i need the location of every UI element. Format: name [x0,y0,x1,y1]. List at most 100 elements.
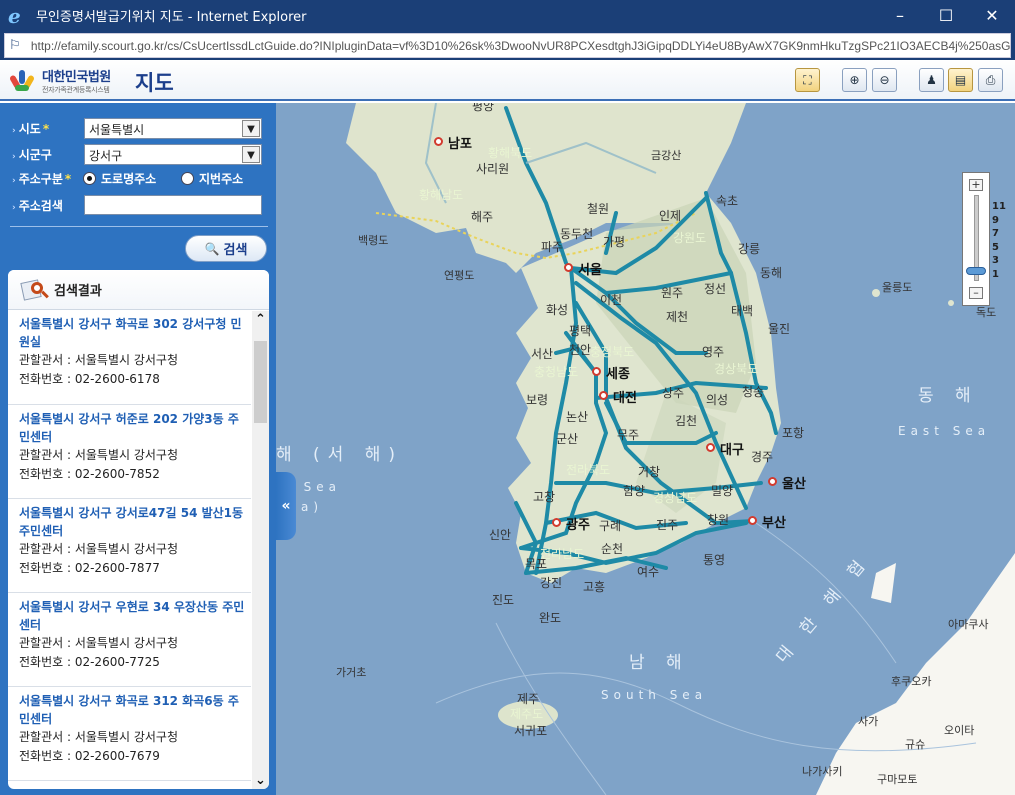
map-pin-icon [748,516,757,525]
map-label: 함양 [623,484,646,498]
bullet-icon: › [12,175,16,186]
result-phone: 전화번호 : 02-2600-7852 [19,467,160,481]
map-label: 신안 [489,528,512,542]
map-label: 원주 [661,286,684,300]
zoom-out-button[interactable]: ⊖ [872,68,897,92]
result-name-link[interactable]: 서울특별시 강서구 화곡로 312 화곡6동 주민센터 [19,692,245,728]
result-office: 관할관서 : 서울특별시 강서구청 [19,730,179,744]
close-button[interactable]: ✕ [969,0,1015,31]
map-label: 영주 [702,345,725,359]
map-label: 화성 [546,303,569,317]
print-button[interactable]: ⎙ [978,68,1003,92]
chevron-down-icon[interactable]: ⌄ [252,772,269,789]
map-pin-icon [564,263,573,272]
sido-select[interactable]: 서울특별시 ▼ [84,117,262,139]
page-icon: ⚐ [9,37,21,53]
map-tool-button[interactable]: ♟ [919,68,944,92]
map-label: 서귀포 [514,724,548,738]
chevron-up-icon[interactable]: ⌃ [252,311,269,328]
chevron-down-icon[interactable]: ▼ [242,145,260,163]
map-label: 해 (서 해) [276,445,403,465]
list-item: 서울특별시 강서구 화곡로 302 강서구청 민원실 관할관서 : 서울특별시 … [8,311,251,405]
chevron-down-icon[interactable]: ▼ [242,119,260,137]
court-subtitle: 전자가족관계등록시스템 [42,86,110,94]
zoom-slider[interactable]: + – [962,172,990,306]
map-label: 후쿠오카 [891,675,932,688]
window-titlebar: e 무인증명서발급기위치 지도 - Internet Explorer – ☐ … [0,0,1015,31]
zoom-level: 7 [992,228,999,239]
map-view[interactable]: 평양 남포 황해북도 사리원 황해남도 해주 백령도 연평도 금강산 속초 철원… [276,103,1015,795]
map-label: 평양 [472,103,495,113]
sido-label: 시도 [18,121,41,136]
results-scrollbar[interactable]: ⌃ ⌄ [252,311,269,789]
zoom-out-icon: ⊖ [879,73,890,87]
search-button[interactable]: 🔍 검색 [185,235,267,262]
map-info-button[interactable]: ⛶ [795,68,820,92]
map-label: 제주도 [510,707,544,721]
list-item: 서울특별시 강서구 강서로47길 54 발산1동 주민센터 관할관서 : 서울특… [8,499,251,593]
result-name-link[interactable]: 서울특별시 강서구 강서로47길 54 발산1동 주민센터 [19,504,245,540]
map-label: 인제 [659,209,682,223]
list-item: 서울특별시 강서구 허준로 202 가양3동 주민센터 관할관서 : 서울특별시… [8,405,251,499]
zoom-knob[interactable] [966,267,986,275]
map-label: 대구 [720,443,744,458]
sigungu-select[interactable]: 강서구 ▼ [84,143,262,165]
lot-address-radio[interactable]: 지번주소 [181,170,243,187]
result-office: 관할관서 : 서울특별시 강서구청 [19,542,179,556]
map-label: 철원 [587,202,610,216]
scrollbar-thumb[interactable] [254,341,267,423]
results-title: 검색결과 [54,284,102,299]
map-label: 대전 [613,391,637,406]
zoom-minus-button[interactable]: – [969,287,983,299]
url-field[interactable]: ⚐ http://efamily.scourt.go.kr/cs/CsUcert… [4,33,1011,58]
result-office: 관할관서 : 서울특별시 강서구청 [19,448,179,462]
map-label: 동 해 [918,386,979,406]
map-label: 순천 [601,542,624,556]
map-pin-icon [552,518,561,527]
map-label: 규슈 [905,738,926,751]
results-panel: 검색결과 서울특별시 강서구 화곡로 302 강서구청 민원실 관할관서 : 서… [8,270,269,789]
road-address-radio[interactable]: 도로명주소 [83,170,156,187]
results-list: 서울특별시 강서구 화곡로 302 강서구청 민원실 관할관서 : 서울특별시 … [8,311,251,781]
court-logo[interactable]: 대한민국법원 전자가족관계등록시스템 [8,66,111,95]
result-name-link[interactable]: 서울특별시 강서구 허준로 202 가양3동 주민센터 [19,410,245,446]
map-label: 천안 [569,343,592,357]
map-label: 부산 [762,516,786,531]
map-label: 남포 [448,137,472,152]
ruler-button[interactable]: ▤ [948,68,973,92]
map-label: 백령도 [358,234,389,247]
map-label: 동두천 [560,227,594,241]
map-label: 울진 [768,322,791,336]
map-label: 충청남도 [534,365,579,379]
ruler-icon: ▤ [954,73,967,87]
address-bar: ⚐ http://efamily.scourt.go.kr/cs/CsUcert… [0,31,1015,60]
map-label: 밀양 [711,484,734,498]
result-name-link[interactable]: 서울특별시 강서구 화곡로 302 강서구청 민원실 [19,315,245,351]
map-label: 전라남도 [540,547,585,561]
zoom-plus-button[interactable]: + [969,179,983,191]
map-label: 논산 [566,410,589,424]
zoom-level: 9 [992,214,999,226]
maximize-button[interactable]: ☐ [923,0,969,31]
map-label: 울릉도 [882,281,913,294]
print-icon: ⎙ [985,72,996,87]
map-label: 이천 [600,293,623,307]
result-office: 관할관서 : 서울특별시 강서구청 [19,353,179,367]
map-label: 의성 [706,393,729,407]
result-phone: 전화번호 : 02-2600-7725 [19,655,160,669]
map-label: 거창 [638,465,661,479]
address-type-label: 주소구분 [18,171,63,186]
sigungu-value: 강서구 [89,148,123,163]
map-label: South Sea [601,688,708,702]
collapse-sidebar-button[interactable]: « [276,472,296,540]
address-search-input[interactable] [84,195,262,215]
sido-value: 서울특별시 [89,122,145,137]
map-label: East Sea [898,424,991,438]
result-name-link[interactable]: 서울특별시 강서구 우현로 34 우장산동 주민센터 [19,598,245,634]
result-office: 관할관서 : 서울특별시 강서구청 [19,636,179,650]
map-label: 전라북도 [566,463,611,477]
zoom-in-button[interactable]: ⊕ [842,68,867,92]
address-search-label: 주소검색 [18,198,63,213]
map-label: 울산 [782,477,806,492]
minimize-button[interactable]: – [877,0,923,31]
